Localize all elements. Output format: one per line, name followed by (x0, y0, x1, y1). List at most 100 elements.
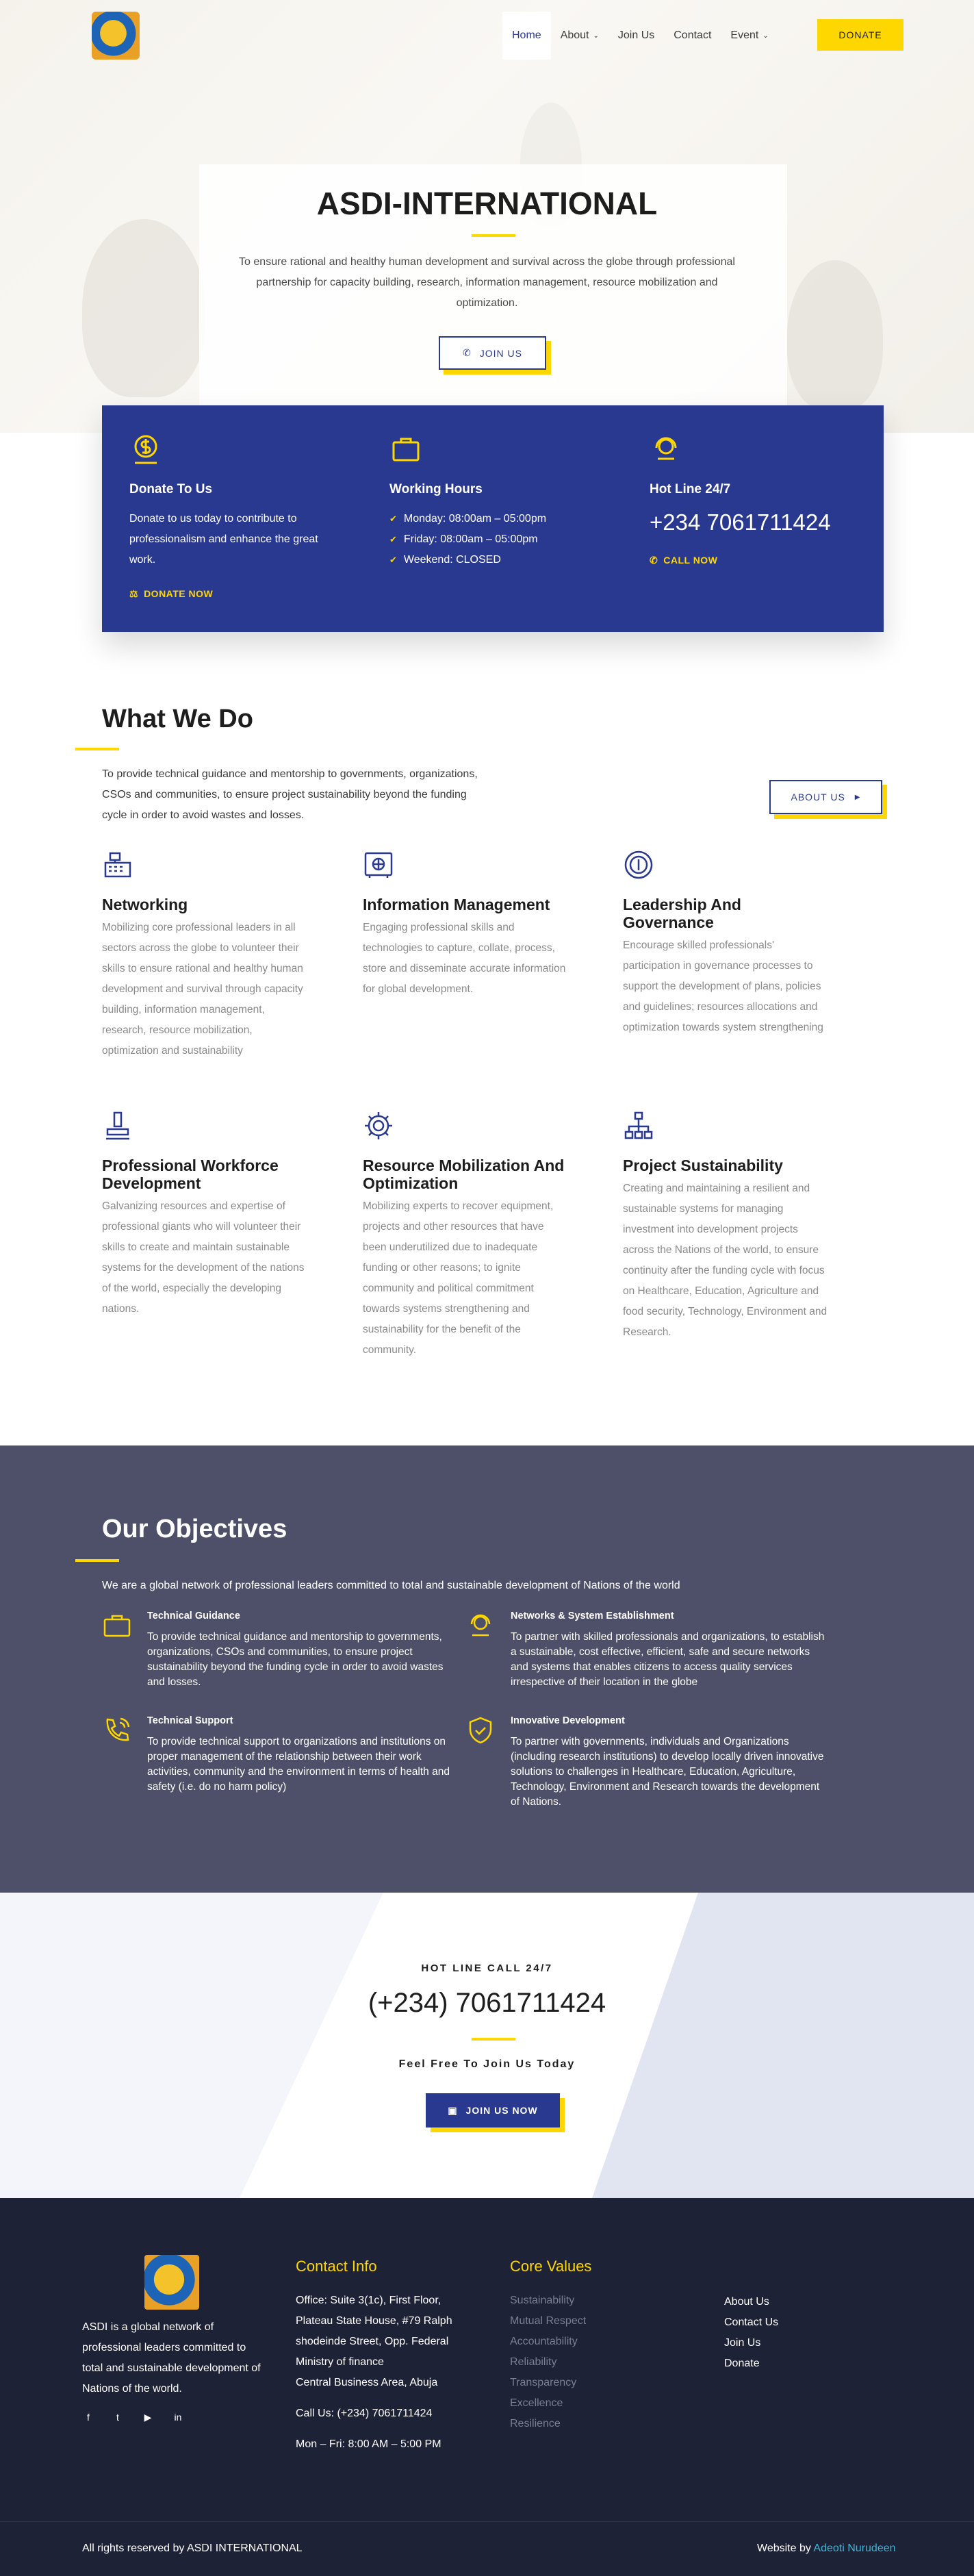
hours-column: Working Hours Monday: 08:00am – 05:00pm … (362, 405, 622, 632)
headset-icon (465, 1611, 496, 1641)
nav-label: Join Us (617, 29, 655, 41)
objective-title: Networks & System Establishment (511, 1611, 674, 1621)
objective-text: To provide technical guidance and mentor… (147, 1631, 444, 1688)
hotline-phone: (+234) 7061711424 (368, 1988, 606, 2018)
service-title: Professional Workforce Development (102, 1157, 279, 1192)
website-credit: Website by Adeoti Nurudeen (757, 2542, 896, 2555)
hotline-phone: +234 7061711424 (650, 509, 831, 535)
facebook-icon[interactable]: f (82, 2412, 94, 2424)
join-us-now-button[interactable]: ▣ JOIN US NOW (426, 2093, 560, 2127)
hotline-background-shapes (240, 1893, 974, 2198)
hours-item: Friday: 08:00am – 05:00pm (389, 529, 546, 550)
footer-link-join[interactable]: Join Us (724, 2333, 778, 2353)
service-title: Information Management (363, 896, 550, 913)
credit-author-link[interactable]: Adeoti Nurudeen (813, 2542, 895, 2554)
donate-button[interactable]: DONATE (817, 19, 903, 51)
nav-join-us[interactable]: Join Us (608, 12, 664, 60)
safe-icon (363, 849, 394, 881)
call-now-link[interactable]: ✆ CALL NOW (650, 555, 717, 566)
objectives-description: We are a global network of professional … (102, 1580, 680, 1591)
core-value-item: Sustainability (510, 2295, 575, 2306)
title-underline (472, 2038, 515, 2041)
service-card: Information Management Engaging professi… (363, 849, 568, 1000)
nav-contact[interactable]: Contact (664, 12, 721, 60)
core-value-item: Accountability (510, 2336, 578, 2347)
briefcase-icon (102, 1611, 132, 1641)
core-value-item: Excellence (510, 2397, 563, 2409)
footer-link-contact[interactable]: Contact Us (724, 2312, 778, 2333)
headset-icon (650, 433, 682, 466)
title-underline (75, 1559, 119, 1562)
footer-links: About Us Contact Us Join Us Donate (724, 2292, 778, 2374)
credit-prefix: Website by (757, 2542, 814, 2554)
service-card: Networking Mobilizing core professional … (102, 849, 307, 1061)
hotline-cta: Feel Free To Join Us Today (398, 2058, 576, 2070)
main-nav: Home About ⌄ Join Us Contact Event ⌄ (502, 12, 778, 60)
nav-home[interactable]: Home (502, 12, 551, 60)
linkedin-icon[interactable]: in (172, 2412, 184, 2424)
about-us-button[interactable]: ABOUT US ▶ (769, 780, 882, 814)
join-us-button[interactable]: ✆ JOIN US (439, 336, 546, 370)
phone-icon: ✆ (463, 347, 472, 358)
objective-text: To partner with skilled professionals an… (511, 1631, 825, 1688)
nav-label: Home (512, 29, 541, 41)
join-us-label: JOIN US (479, 347, 522, 359)
donate-column: Donate To Us Donate to us today to contr… (102, 405, 362, 632)
footer-hours: Mon – Fri: 8:00 AM – 5:00 PM (296, 2438, 441, 2450)
donate-now-link[interactable]: ⚖ DONATE NOW (129, 588, 213, 600)
service-title: Networking (102, 896, 188, 913)
join-us-now-label: JOIN US NOW (465, 2105, 538, 2116)
objective-title: Technical Support (147, 1715, 233, 1726)
info-band: Donate To Us Donate to us today to contr… (102, 405, 884, 632)
footer-address: Office: Suite 3(1c), First Floor, Platea… (296, 2295, 452, 2368)
core-values-title: Core Values (510, 2258, 592, 2275)
dollar-bag-icon (129, 433, 162, 466)
service-title: Leadership And Governance (623, 896, 741, 931)
nav-label: About (560, 29, 589, 41)
briefcase-icon (389, 433, 422, 466)
org-chart-icon (623, 1110, 654, 1141)
donate-text: Donate to us today to contribute to prof… (129, 513, 318, 566)
gear-icon (363, 1110, 394, 1141)
service-text: Mobilizing core professional leaders in … (102, 922, 303, 1057)
hours-list: Monday: 08:00am – 05:00pm Friday: 08:00a… (389, 509, 546, 570)
title-underline (472, 234, 515, 237)
core-value-item: Reliability (510, 2356, 557, 2368)
what-we-do-title: What We Do (102, 705, 253, 733)
donate-now-label: DONATE NOW (144, 588, 214, 599)
objective-title: Technical Guidance (147, 1611, 240, 1621)
stamp-icon (102, 1110, 133, 1141)
objective-title: Innovative Development (511, 1715, 625, 1726)
twitter-icon[interactable]: t (112, 2412, 124, 2424)
coin-icon (623, 849, 654, 881)
calendar-icon: ▣ (448, 2104, 458, 2116)
footer-address-area: Central Business Area, Abuja (296, 2377, 438, 2388)
hours-item: Monday: 08:00am – 05:00pm (389, 509, 546, 529)
footer-logo[interactable] (144, 2255, 199, 2310)
site-logo[interactable] (92, 12, 140, 60)
nav-event[interactable]: Event ⌄ (721, 12, 778, 60)
hero-description: To ensure rational and healthy human dev… (239, 256, 735, 309)
service-text: Creating and maintaining a resilient and… (623, 1183, 828, 1338)
objectives-title: Our Objectives (102, 1515, 287, 1543)
service-card: Leadership And Governance Encourage skil… (623, 849, 828, 1038)
title-underline (75, 748, 119, 750)
service-text: Engaging professional skills and technol… (363, 922, 566, 995)
service-card: Professional Workforce Development Galva… (102, 1110, 307, 1319)
objective-text: To provide technical support to organiza… (147, 1736, 450, 1793)
footer-link-donate[interactable]: Donate (724, 2353, 778, 2374)
service-text: Galvanizing resources and expertise of p… (102, 1200, 305, 1315)
footer-about: ASDI is a global network of professional… (82, 2321, 261, 2395)
hotline-label: HOT LINE CALL 24/7 (421, 1962, 553, 1974)
nav-about[interactable]: About ⌄ (551, 12, 608, 60)
caret-right-icon: ▶ (854, 793, 861, 801)
core-values-list: Sustainability Mutual Respect Accountabi… (510, 2290, 586, 2434)
core-value-item: Mutual Respect (510, 2315, 587, 2327)
core-value-item: Resilience (510, 2418, 561, 2429)
footer-call: Call Us: (+234) 7061711424 (296, 2408, 433, 2419)
objectives-section (0, 1445, 974, 1893)
youtube-icon[interactable]: ▶ (142, 2412, 154, 2424)
core-value-item: Transparency (510, 2377, 577, 2388)
footer-link-about[interactable]: About Us (724, 2292, 778, 2312)
donate-title: Donate To Us (129, 482, 213, 496)
